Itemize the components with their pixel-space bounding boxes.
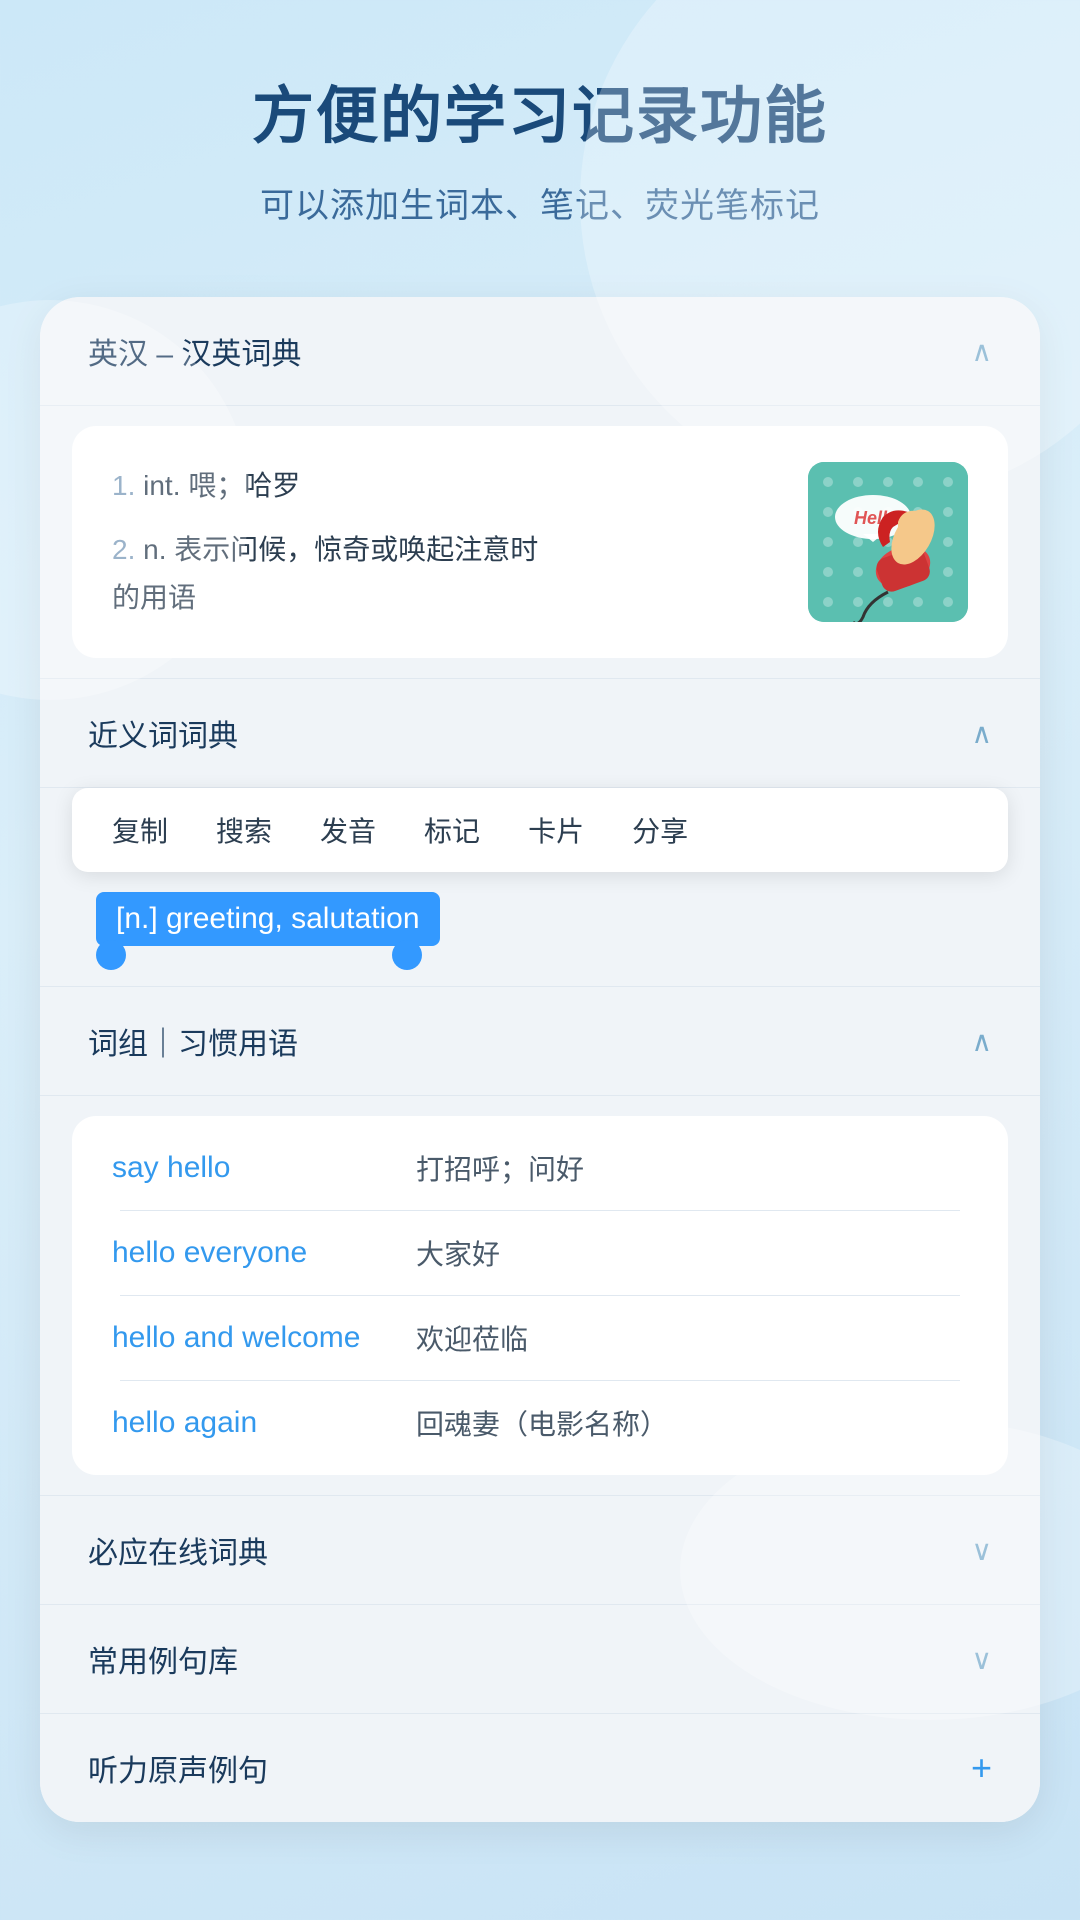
main-card: 英汉 – 汉英词典 ∧ 1. int. 喂；哈罗 2. n. 表示问候，惊奇或唤…: [40, 297, 1040, 1822]
listening-section[interactable]: 听力原声例句 +: [40, 1713, 1040, 1822]
dict-section-header[interactable]: 英汉 – 汉英词典 ∧: [40, 297, 1040, 406]
examples-section[interactable]: 常用例句库 ∨: [40, 1604, 1040, 1713]
phrase-item-1[interactable]: say hello 打招呼；问好: [72, 1126, 1008, 1210]
phrase-cn-3: 欢迎莅临: [416, 1318, 528, 1358]
context-share[interactable]: 分享: [632, 810, 688, 850]
def-number-1: 1.: [112, 470, 135, 501]
listening-plus-icon[interactable]: +: [971, 1747, 992, 1789]
def-text-2: n. 表示问候，惊奇或唤起注意时的用语: [112, 534, 538, 613]
def-text-1: int. 喂；哈罗: [143, 470, 300, 501]
dict-entry-card: 1. int. 喂；哈罗 2. n. 表示问候，惊奇或唤起注意时的用语: [72, 426, 1008, 658]
context-card[interactable]: 卡片: [528, 810, 584, 850]
phrase-item-3[interactable]: hello and welcome 欢迎莅临: [72, 1296, 1008, 1380]
phrase-en-4: hello again: [112, 1406, 392, 1440]
context-pronounce[interactable]: 发音: [320, 810, 376, 850]
def-number-2: 2.: [112, 534, 135, 565]
phrase-cn-4: 回魂妻（电影名称）: [416, 1403, 668, 1443]
page-header: 方便的学习记录功能 可以添加生词本、笔记、荧光笔标记: [0, 0, 1080, 267]
context-menu: 复制 搜索 发音 标记 卡片 分享: [72, 788, 1008, 872]
dict-def-2: 2. n. 表示问候，惊奇或唤起注意时的用语: [112, 526, 778, 621]
synonym-chevron-up-icon: ∧: [972, 717, 993, 750]
context-mark[interactable]: 标记: [424, 810, 480, 850]
phrase-cn-2: 大家好: [416, 1233, 500, 1273]
examples-chevron-down-icon: ∨: [972, 1643, 993, 1676]
bing-chevron-down-icon: ∨: [972, 1534, 993, 1567]
dict-definitions: 1. int. 喂；哈罗 2. n. 表示问候，惊奇或唤起注意时的用语: [112, 462, 778, 621]
phrase-item-4[interactable]: hello again 回魂妻（电影名称）: [72, 1381, 1008, 1465]
phrases-list: say hello 打招呼；问好 hello everyone 大家好 hell…: [72, 1116, 1008, 1475]
dict-section-title: 英汉 – 汉英词典: [88, 329, 301, 373]
page-title: 方便的学习记录功能: [60, 80, 1020, 154]
dict-illustration: Hello: [808, 462, 968, 622]
dict-def-1: 1. int. 喂；哈罗: [112, 462, 778, 510]
bing-section-title: 必应在线词典: [88, 1528, 268, 1572]
highlighted-synonym-text[interactable]: [n.] greeting, salutation: [96, 892, 440, 946]
phrase-item-2[interactable]: hello everyone 大家好: [72, 1211, 1008, 1295]
phrases-chevron-up-icon: ∧: [972, 1025, 993, 1058]
context-search[interactable]: 搜索: [216, 810, 272, 850]
listening-section-title: 听力原声例句: [88, 1746, 268, 1790]
context-copy[interactable]: 复制: [112, 810, 168, 850]
bing-section[interactable]: 必应在线词典 ∨: [40, 1495, 1040, 1604]
phrase-en-1: say hello: [112, 1151, 392, 1185]
examples-section-title: 常用例句库: [88, 1637, 238, 1681]
selection-handle-right: [392, 940, 422, 970]
page-subtitle: 可以添加生词本、笔记、荧光笔标记: [60, 178, 1020, 227]
highlighted-row: [n.] greeting, salutation: [72, 872, 1008, 966]
phrase-cn-1: 打招呼；问好: [416, 1148, 584, 1188]
phrase-en-3: hello and welcome: [112, 1321, 392, 1355]
selection-handle-left: [96, 940, 126, 970]
dict-chevron-up-icon: ∧: [972, 335, 993, 368]
phrases-section-title: 词组｜习惯用语: [88, 1019, 298, 1063]
phrases-section-header[interactable]: 词组｜习惯用语 ∧: [40, 986, 1040, 1096]
synonym-section-header[interactable]: 近义词词典 ∧: [40, 678, 1040, 788]
phrase-en-2: hello everyone: [112, 1236, 392, 1270]
synonym-section-title: 近义词词典: [88, 711, 238, 755]
